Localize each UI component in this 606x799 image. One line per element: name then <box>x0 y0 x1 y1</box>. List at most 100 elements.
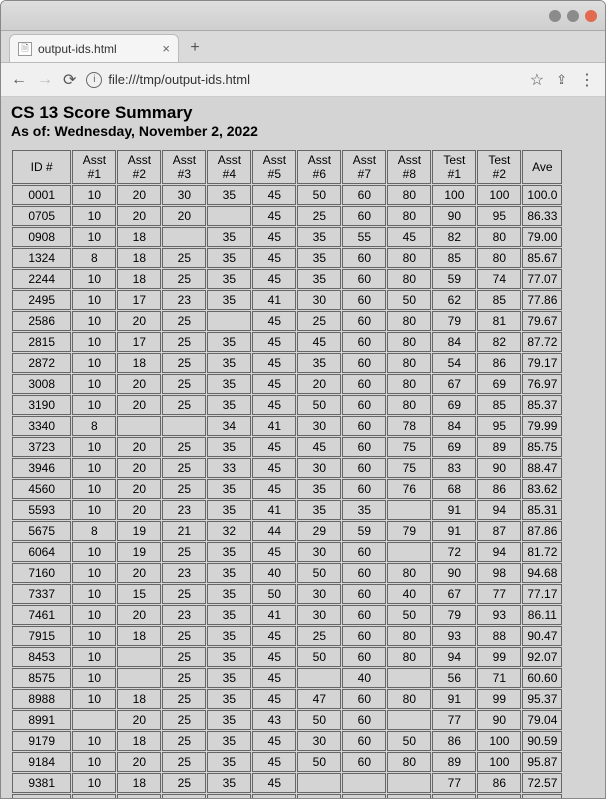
table-cell: 60 <box>342 605 386 625</box>
table-cell: 45 <box>252 668 296 688</box>
table-cell: 94 <box>477 542 521 562</box>
table-cell: 50 <box>297 752 341 772</box>
table-row: 917910182535453060508610090.59 <box>12 731 562 751</box>
tab-close-icon[interactable]: × <box>162 41 170 56</box>
table-cell: 60 <box>342 290 386 310</box>
reload-icon[interactable]: ⟳ <box>63 70 76 90</box>
table-cell: 7915 <box>12 626 71 646</box>
table-cell: 45 <box>252 542 296 562</box>
table-cell: 88 <box>477 626 521 646</box>
table-cell: 90 <box>477 710 521 730</box>
table-cell: 18 <box>117 227 161 247</box>
new-tab-button[interactable]: + <box>183 36 207 60</box>
table-cell: 60 <box>342 752 386 772</box>
table-cell: 75 <box>387 437 431 457</box>
table-cell: 45 <box>252 185 296 205</box>
table-cell: 19 <box>117 542 161 562</box>
table-cell <box>162 227 206 247</box>
window-minimize-icon[interactable] <box>549 10 561 22</box>
table-cell: 77.07 <box>522 269 562 289</box>
table-cell: 75 <box>387 458 431 478</box>
table-cell <box>387 773 431 793</box>
table-cell: 62 <box>432 290 476 310</box>
table-cell: 8 <box>72 248 116 268</box>
bookmark-icon[interactable]: ☆ <box>530 70 544 90</box>
table-cell: 100 <box>477 185 521 205</box>
table-row: 22441018253545356080597477.07 <box>12 269 562 289</box>
table-row: 37231020253545456075698985.75 <box>12 437 562 457</box>
forward-icon[interactable]: → <box>37 71 53 89</box>
tab-bar: 🗎 output-ids.html × + <box>1 31 605 63</box>
table-cell: 88.47 <box>522 458 562 478</box>
table-cell: 87 <box>477 521 521 541</box>
table-cell: 45 <box>252 248 296 268</box>
table-cell: 90 <box>432 206 476 226</box>
table-row: 5675819213244295979918787.86 <box>12 521 562 541</box>
table-cell: 25 <box>162 710 206 730</box>
url-field[interactable]: i file:///tmp/output-ids.html <box>86 72 519 88</box>
table-row: 28721018253545356080548679.17 <box>12 353 562 373</box>
table-cell: 67 <box>432 584 476 604</box>
table-cell: 60 <box>342 311 386 331</box>
table-cell: 60 <box>342 563 386 583</box>
menu-icon[interactable]: ⋮ <box>579 70 595 90</box>
table-cell: 10 <box>72 752 116 772</box>
site-info-icon[interactable]: i <box>86 72 102 88</box>
table-cell: 85 <box>477 395 521 415</box>
table-cell: 95 <box>477 416 521 436</box>
table-cell: 80 <box>387 269 431 289</box>
table-cell: 35 <box>207 752 251 772</box>
table-cell: 24.6 <box>162 794 206 799</box>
table-cell: 33 <box>207 458 251 478</box>
table-cell: 7160 <box>12 563 71 583</box>
table-cell: 93 <box>432 626 476 646</box>
table-header-cell: Asst #7 <box>342 150 386 184</box>
table-row: 79151018253545256080938890.47 <box>12 626 562 646</box>
table-cell: 60 <box>342 374 386 394</box>
window-close-icon[interactable] <box>585 10 597 22</box>
table-cell: 35 <box>207 437 251 457</box>
table-cell: 10 <box>72 395 116 415</box>
table-cell: 98 <box>477 563 521 583</box>
table-cell: 10 <box>72 374 116 394</box>
back-icon[interactable]: ← <box>11 71 27 89</box>
extensions-icon[interactable]: ⇪ <box>556 72 567 88</box>
table-cell: 30 <box>297 584 341 604</box>
table-cell: 60 <box>342 689 386 709</box>
table-cell: 5593 <box>12 500 71 520</box>
table-cell: 40 <box>342 668 386 688</box>
table-body: 00011020303545506080100100100.0070510202… <box>12 185 562 799</box>
tab-output-ids[interactable]: 🗎 output-ids.html × <box>9 34 179 62</box>
table-cell: 56 <box>432 668 476 688</box>
table-cell: 18 <box>117 248 161 268</box>
table-cell <box>117 416 161 436</box>
table-cell: 30 <box>297 731 341 751</box>
table-cell: 25 <box>297 311 341 331</box>
table-cell: 35 <box>207 500 251 520</box>
table-cell: 35 <box>207 332 251 352</box>
table-cell: 6064 <box>12 542 71 562</box>
window-maximize-icon[interactable] <box>567 10 579 22</box>
table-cell: 79.99 <box>522 416 562 436</box>
table-cell: 80 <box>387 752 431 772</box>
table-cell: 32 <box>207 521 251 541</box>
browser-window: 🗎 output-ids.html × + ← → ⟳ i file:///tm… <box>0 0 606 799</box>
table-cell: 35 <box>297 269 341 289</box>
table-cell <box>162 416 206 436</box>
window-titlebar <box>1 1 605 31</box>
table-cell: 95.87 <box>522 752 562 772</box>
table-cell: 35 <box>297 353 341 373</box>
table-header-cell: Asst #4 <box>207 150 251 184</box>
table-cell: 45 <box>252 752 296 772</box>
table-cell: 35 <box>207 374 251 394</box>
table-cell: 77 <box>477 584 521 604</box>
table-cell: 20 <box>117 752 161 772</box>
page-content: CS 13 Score Summary As of: Wednesday, No… <box>1 97 605 799</box>
table-cell: 91 <box>432 521 476 541</box>
table-cell: 8575 <box>12 668 71 688</box>
table-cell: 74 <box>477 269 521 289</box>
table-cell: 80 <box>387 374 431 394</box>
table-cell: 93 <box>477 605 521 625</box>
table-cell: 25 <box>162 248 206 268</box>
table-cell: 40 <box>252 563 296 583</box>
